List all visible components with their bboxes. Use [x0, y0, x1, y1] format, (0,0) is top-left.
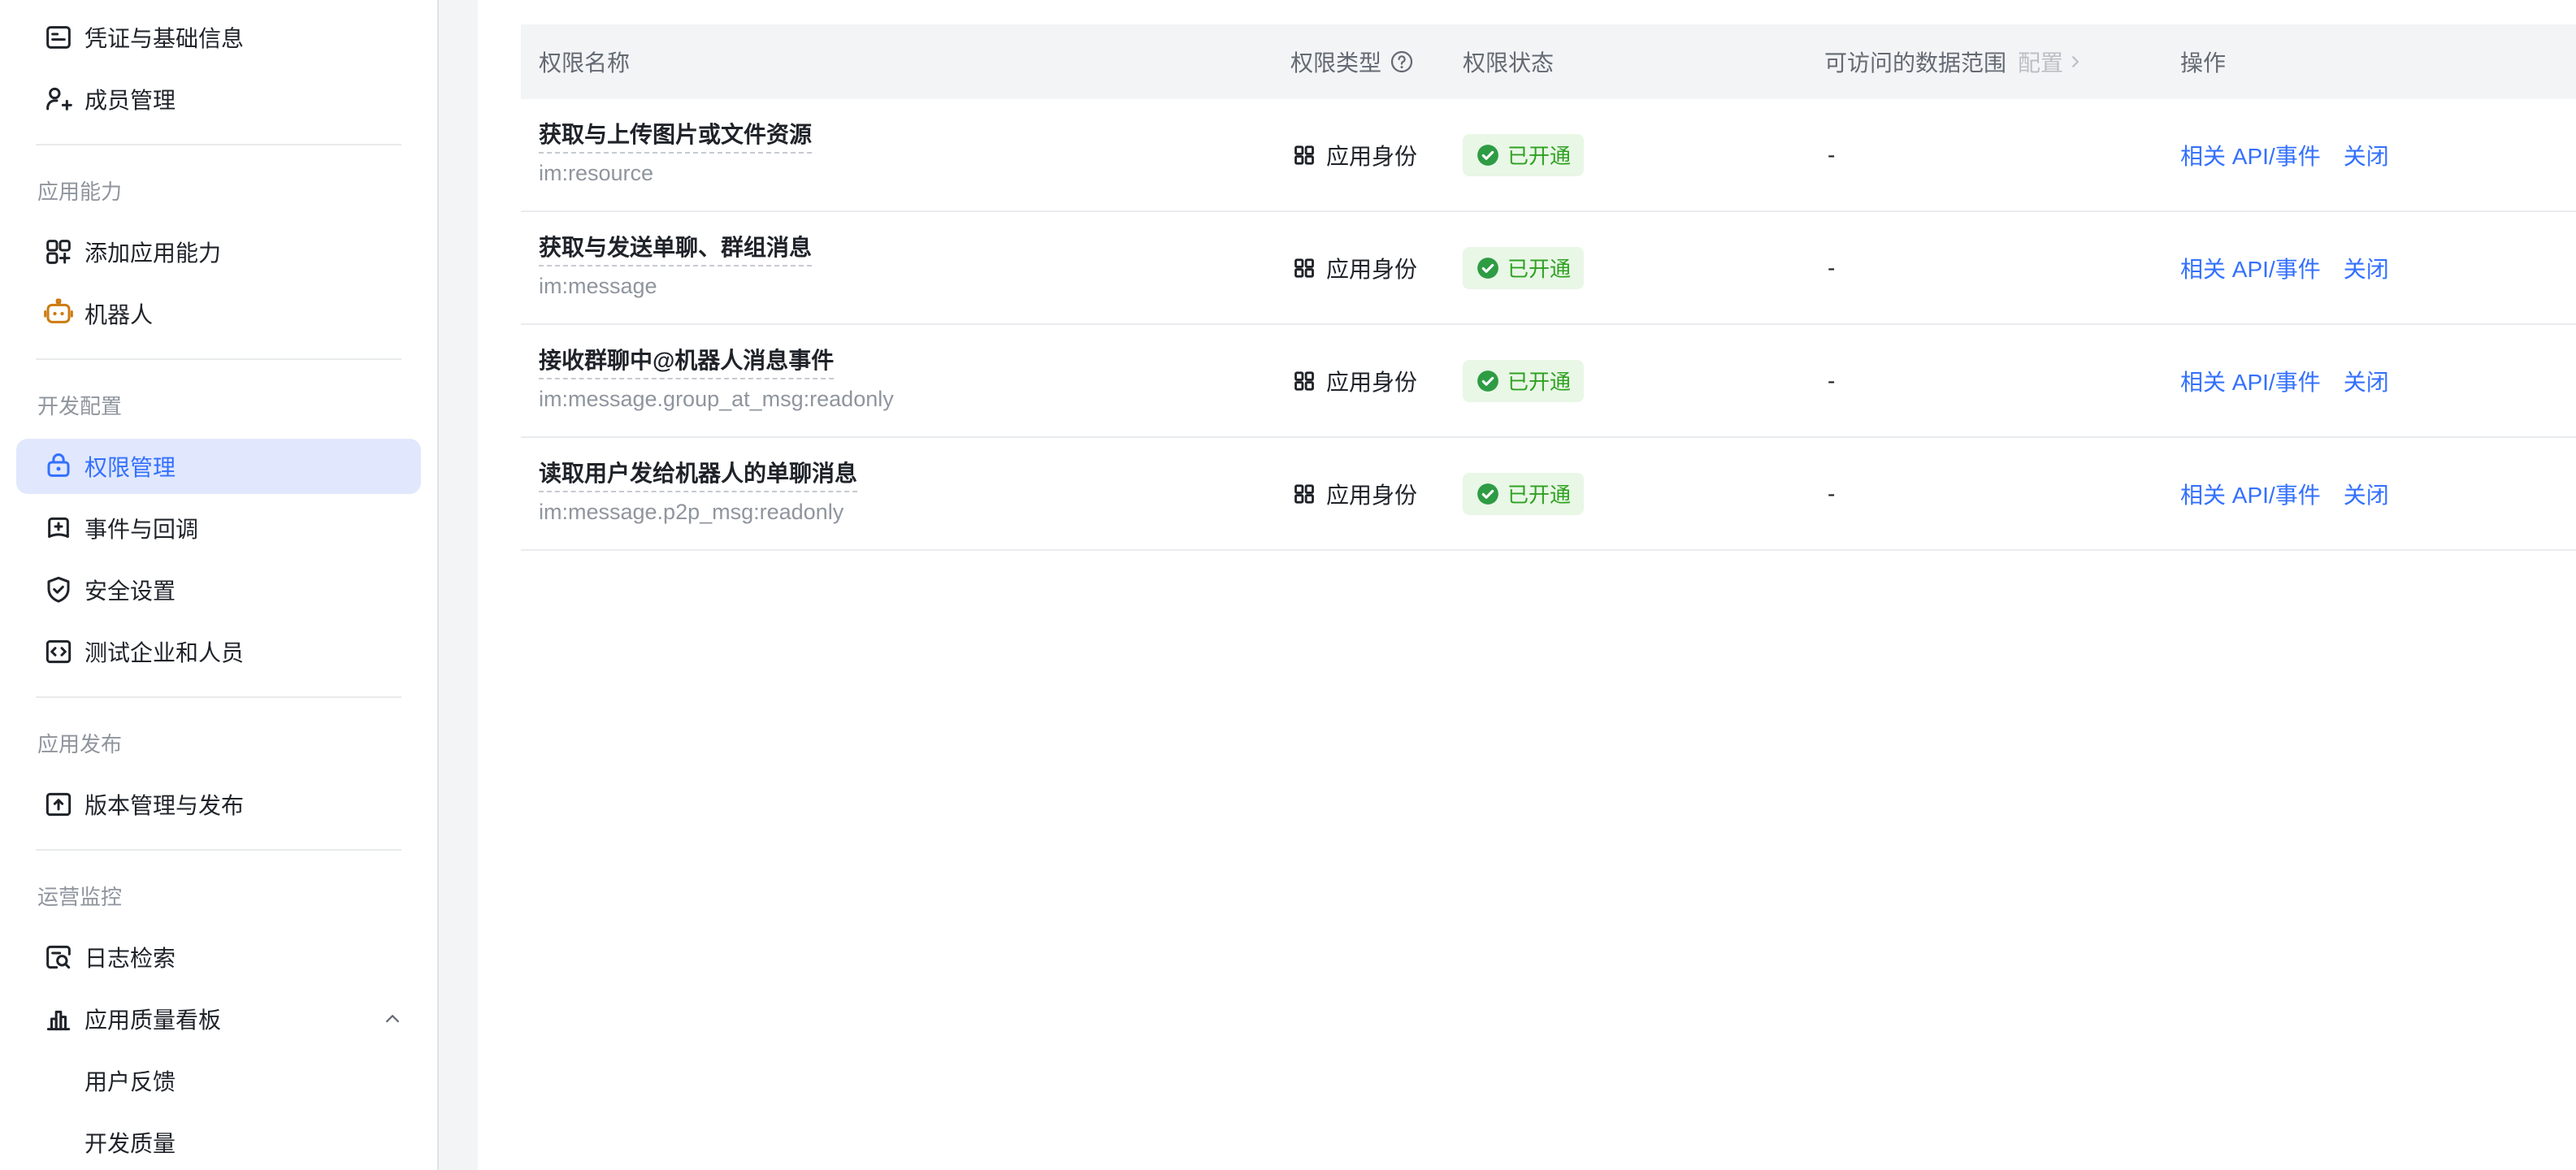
- upload-square-icon: [42, 788, 75, 821]
- sidebar-section-app-capabilities: 应用能力: [0, 159, 437, 221]
- sidebar-divider: [0, 835, 437, 864]
- status-badge: 已开通: [1463, 360, 1584, 402]
- sidebar-section-dev-config: 开发配置: [0, 374, 437, 436]
- permission-code: im:message.group_at_msg:readonly: [539, 387, 1290, 412]
- sidebar-item-label: 机器人: [85, 297, 153, 330]
- status-badge: 已开通: [1463, 473, 1584, 515]
- sidebar-item-label: 应用质量看板: [85, 1003, 221, 1035]
- scope-value: -: [1824, 255, 1835, 281]
- sidebar-content-gutter: [439, 0, 478, 1170]
- grid-plus-icon: [42, 236, 75, 268]
- permission-code: im:resource: [539, 161, 1290, 186]
- check-circle-icon: [1476, 369, 1500, 393]
- sidebar-subitem-user-feedback[interactable]: 用户反馈: [0, 1050, 437, 1112]
- id-card-icon: [42, 21, 75, 54]
- app-identity-icon: [1290, 141, 1318, 169]
- code-square-icon: [42, 635, 75, 668]
- app-identity-icon: [1290, 367, 1318, 395]
- sidebar-item-test-org-users[interactable]: 测试企业和人员: [0, 621, 437, 682]
- permission-code: im:message: [539, 274, 1290, 299]
- app-identity-icon: [1290, 480, 1318, 508]
- sidebar-item-version-release[interactable]: 版本管理与发布: [0, 774, 437, 835]
- table-header-row: 权限名称 权限类型 权限状态: [521, 24, 2576, 99]
- bar-chart-icon: [42, 1003, 75, 1035]
- sidebar-section-ops-monitoring: 运营监控: [0, 864, 437, 926]
- developer-console-page: 凭证与基础信息 成员管理 应用能力: [0, 0, 2576, 1170]
- status-badge: 已开通: [1463, 134, 1584, 176]
- permissions-table: 权限名称 权限类型 权限状态: [521, 24, 2576, 551]
- chevron-right-icon: [2065, 51, 2086, 72]
- sidebar: 凭证与基础信息 成员管理 应用能力: [0, 0, 439, 1170]
- permission-name: 获取与上传图片或文件资源: [539, 124, 812, 154]
- check-circle-icon: [1476, 482, 1500, 506]
- help-circle-icon[interactable]: [1390, 50, 1414, 74]
- configure-scope-link[interactable]: 配置: [2018, 46, 2086, 78]
- sidebar-item-credentials[interactable]: 凭证与基础信息: [0, 6, 437, 68]
- permissions-content: 权限名称 权限类型 权限状态: [478, 0, 2576, 1170]
- sidebar-subitem-dev-quality[interactable]: 开发质量: [0, 1112, 437, 1170]
- sidebar-item-label: 权限管理: [85, 450, 176, 483]
- permission-type: 应用身份: [1326, 365, 1417, 397]
- app-identity-icon: [1290, 254, 1318, 282]
- scope-value: -: [1824, 368, 1835, 394]
- sidebar-divider: [0, 682, 437, 712]
- sidebar-item-label: 添加应用能力: [85, 236, 221, 268]
- event-plus-icon: [42, 512, 75, 544]
- permission-name: 接收群聊中@机器人消息事件: [539, 349, 834, 379]
- column-header-type: 权限类型: [1290, 46, 1463, 78]
- sidebar-item-quality-dashboard[interactable]: 应用质量看板: [0, 988, 437, 1050]
- shield-check-icon: [42, 574, 75, 606]
- column-header-name: 权限名称: [521, 46, 1290, 78]
- sidebar-section-app-release: 应用发布: [0, 712, 437, 774]
- close-permission-link[interactable]: 关闭: [2344, 478, 2389, 510]
- sidebar-item-label: 事件与回调: [85, 512, 198, 544]
- close-permission-link[interactable]: 关闭: [2344, 139, 2389, 171]
- sidebar-item-log-search[interactable]: 日志检索: [0, 926, 437, 988]
- check-circle-icon: [1476, 143, 1500, 167]
- sidebar-divider: [0, 130, 437, 159]
- sidebar-item-permissions[interactable]: 权限管理: [16, 439, 421, 494]
- scope-value: -: [1824, 142, 1835, 168]
- sidebar-item-events-callbacks[interactable]: 事件与回调: [0, 497, 437, 559]
- user-plus-icon: [42, 83, 75, 115]
- permission-name: 读取用户发给机器人的单聊消息: [539, 462, 857, 492]
- robot-icon: [42, 297, 75, 330]
- lock-icon: [42, 450, 75, 483]
- sidebar-item-add-capability[interactable]: 添加应用能力: [0, 221, 437, 283]
- log-search-icon: [42, 941, 75, 973]
- table-row: 读取用户发给机器人的单聊消息 im:message.p2p_msg:readon…: [521, 438, 2576, 551]
- sidebar-item-label: 安全设置: [85, 574, 176, 606]
- sidebar-item-bot[interactable]: 机器人: [0, 283, 437, 344]
- table-row: 获取与发送单聊、群组消息 im:message 应用身份 已开通: [521, 212, 2576, 325]
- sidebar-item-members[interactable]: 成员管理: [0, 68, 437, 130]
- column-header-scope: 可访问的数据范围 配置: [1824, 46, 2180, 78]
- sidebar-item-label: 日志检索: [85, 941, 176, 973]
- sidebar-divider: [0, 344, 437, 374]
- scope-value: -: [1824, 481, 1835, 507]
- related-api-events-link[interactable]: 相关 API/事件: [2180, 139, 2321, 171]
- column-header-status: 权限状态: [1463, 46, 1824, 78]
- permission-code: im:message.p2p_msg:readonly: [539, 500, 1290, 525]
- close-permission-link[interactable]: 关闭: [2344, 365, 2389, 397]
- sidebar-item-label: 版本管理与发布: [85, 788, 244, 821]
- column-header-actions: 操作: [2180, 46, 2576, 78]
- permission-type: 应用身份: [1326, 252, 1417, 284]
- related-api-events-link[interactable]: 相关 API/事件: [2180, 478, 2321, 510]
- chevron-up-icon[interactable]: [380, 1007, 405, 1031]
- related-api-events-link[interactable]: 相关 API/事件: [2180, 252, 2321, 284]
- table-row: 接收群聊中@机器人消息事件 im:message.group_at_msg:re…: [521, 325, 2576, 438]
- sidebar-item-label: 测试企业和人员: [85, 635, 244, 668]
- close-permission-link[interactable]: 关闭: [2344, 252, 2389, 284]
- sidebar-item-label: 成员管理: [85, 83, 176, 115]
- related-api-events-link[interactable]: 相关 API/事件: [2180, 365, 2321, 397]
- status-badge: 已开通: [1463, 247, 1584, 289]
- permission-type: 应用身份: [1326, 478, 1417, 510]
- table-row: 获取与上传图片或文件资源 im:resource 应用身份 已开通: [521, 99, 2576, 212]
- sidebar-item-security-settings[interactable]: 安全设置: [0, 559, 437, 621]
- sidebar-item-label: 凭证与基础信息: [85, 21, 244, 54]
- permission-name: 获取与发送单聊、群组消息: [539, 236, 812, 266]
- permission-type: 应用身份: [1326, 139, 1417, 171]
- check-circle-icon: [1476, 256, 1500, 280]
